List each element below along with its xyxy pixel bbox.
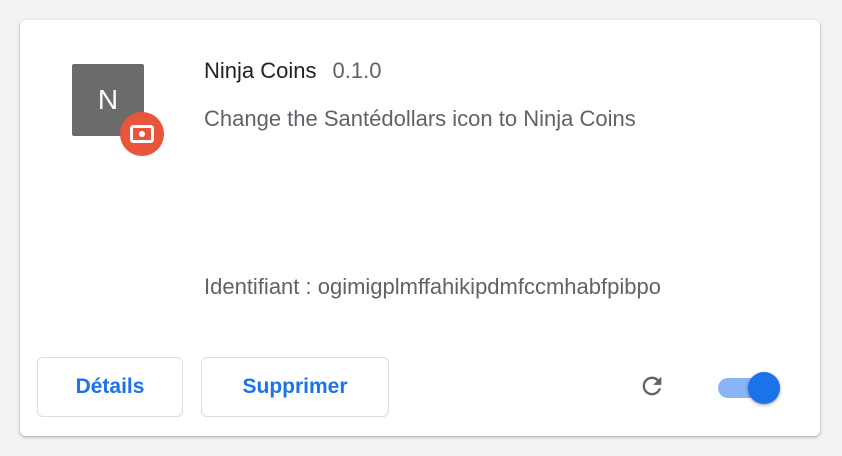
details-button[interactable]: Détails xyxy=(37,357,183,417)
extension-description: Change the Santédollars icon to Ninja Co… xyxy=(204,106,636,131)
extension-name: Ninja Coins xyxy=(204,58,317,83)
remove-button[interactable]: Supprimer xyxy=(201,357,389,417)
toggle-knob xyxy=(748,372,780,404)
extension-version: 0.1.0 xyxy=(332,58,382,83)
reload-icon[interactable] xyxy=(634,368,670,404)
ticket-icon xyxy=(120,112,164,156)
extension-title-row: Ninja Coins 0.1.0 xyxy=(204,58,381,84)
extension-icon-letter: N xyxy=(97,84,119,115)
extension-identifier: Identifiant : ogimigplmffahikipdmfccmhab… xyxy=(204,274,661,299)
enable-toggle[interactable] xyxy=(718,372,780,404)
extension-card: N Ninja Coins 0.1.0 Change the Santédoll… xyxy=(20,20,820,436)
